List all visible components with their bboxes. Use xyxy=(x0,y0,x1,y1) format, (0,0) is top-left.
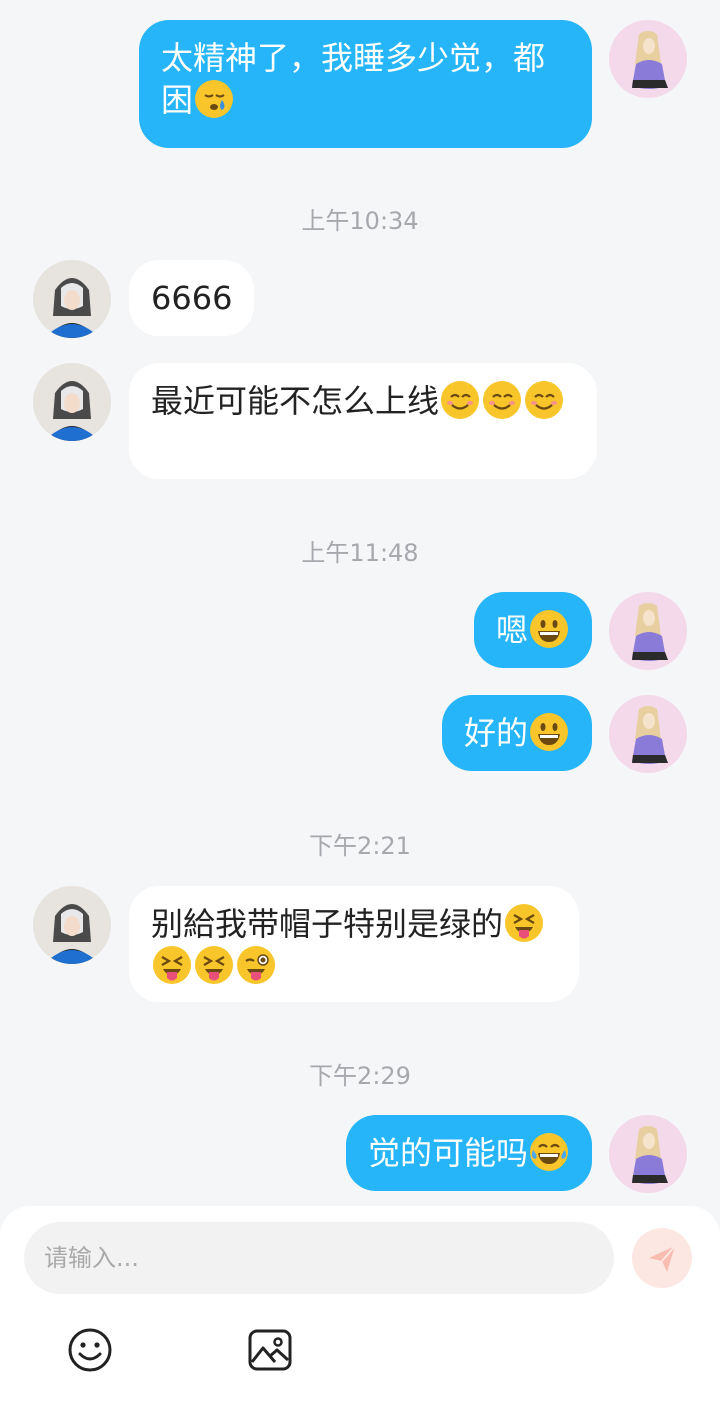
message-row: 别給我带帽子特别是绿的 xyxy=(0,886,720,1002)
message-text: 好的 xyxy=(463,714,528,752)
message-bubble-outgoing[interactable]: 觉的可能吗 xyxy=(345,1115,592,1191)
smiling-face-icon xyxy=(483,381,522,419)
message-text: 6666 xyxy=(151,279,233,317)
timestamp: 下午2:21 xyxy=(309,832,411,860)
message-text: 觉的可能吗 xyxy=(367,1134,528,1172)
timestamp: 下午2:29 xyxy=(309,1062,411,1090)
squinting-tongue-face-icon xyxy=(153,946,191,984)
message-row: 嗯 xyxy=(0,592,720,670)
image-button[interactable] xyxy=(246,1326,294,1374)
send-icon xyxy=(649,1245,676,1272)
chat-area: 太精神了，我睡多少觉，都困 上午10:34 6666 最近可能不怎么上线 上午1… xyxy=(0,0,720,1205)
timestamp: 上午10:34 xyxy=(301,207,419,235)
avatar-me[interactable] xyxy=(609,695,687,773)
avatar-me[interactable] xyxy=(609,592,687,670)
message-bubble-outgoing[interactable]: 嗯 xyxy=(473,592,592,668)
tears-of-joy-face-icon xyxy=(530,1133,568,1171)
grinning-face-icon xyxy=(530,713,568,751)
squinting-tongue-face-icon xyxy=(505,904,544,942)
message-text: 别給我带帽子特别是绿的 xyxy=(151,905,504,943)
avatar-contact[interactable] xyxy=(33,260,111,338)
smiling-face-icon xyxy=(525,381,564,419)
avatar-me[interactable] xyxy=(609,1115,687,1193)
smiling-face-icon xyxy=(441,381,480,419)
send-button[interactable] xyxy=(632,1228,692,1288)
message-row: 最近可能不怎么上线 xyxy=(0,363,720,479)
image-icon xyxy=(248,1329,292,1371)
winking-tongue-face-icon xyxy=(237,946,275,984)
message-row: 觉的可能吗 xyxy=(0,1115,720,1193)
message-row: 好的 xyxy=(0,695,720,773)
avatar-me[interactable] xyxy=(609,20,687,98)
message-text: 最近可能不怎么上线 xyxy=(151,382,440,420)
message-input[interactable] xyxy=(24,1222,614,1294)
avatar-contact[interactable] xyxy=(33,363,111,441)
message-bubble-outgoing[interactable]: 好的 xyxy=(441,695,592,771)
message-bubble-outgoing[interactable]: 太精神了，我睡多少觉，都困 xyxy=(139,20,592,148)
squinting-tongue-face-icon xyxy=(195,946,233,984)
message-text: 嗯 xyxy=(495,611,528,649)
grinning-face-icon xyxy=(530,610,568,648)
emoji-button[interactable] xyxy=(66,1326,114,1374)
emoji-icon xyxy=(68,1328,112,1372)
avatar-contact[interactable] xyxy=(33,886,111,964)
message-row: 6666 xyxy=(0,260,720,338)
message-bubble-incoming[interactable]: 别給我带帽子特别是绿的 xyxy=(129,886,579,1002)
message-row: 太精神了，我睡多少觉，都困 xyxy=(0,20,720,148)
sleepy-face-icon xyxy=(195,80,234,118)
timestamp: 上午11:48 xyxy=(301,539,419,567)
composer-bar xyxy=(0,1206,720,1413)
message-bubble-incoming[interactable]: 6666 xyxy=(129,260,255,336)
message-bubble-incoming[interactable]: 最近可能不怎么上线 xyxy=(129,363,597,479)
